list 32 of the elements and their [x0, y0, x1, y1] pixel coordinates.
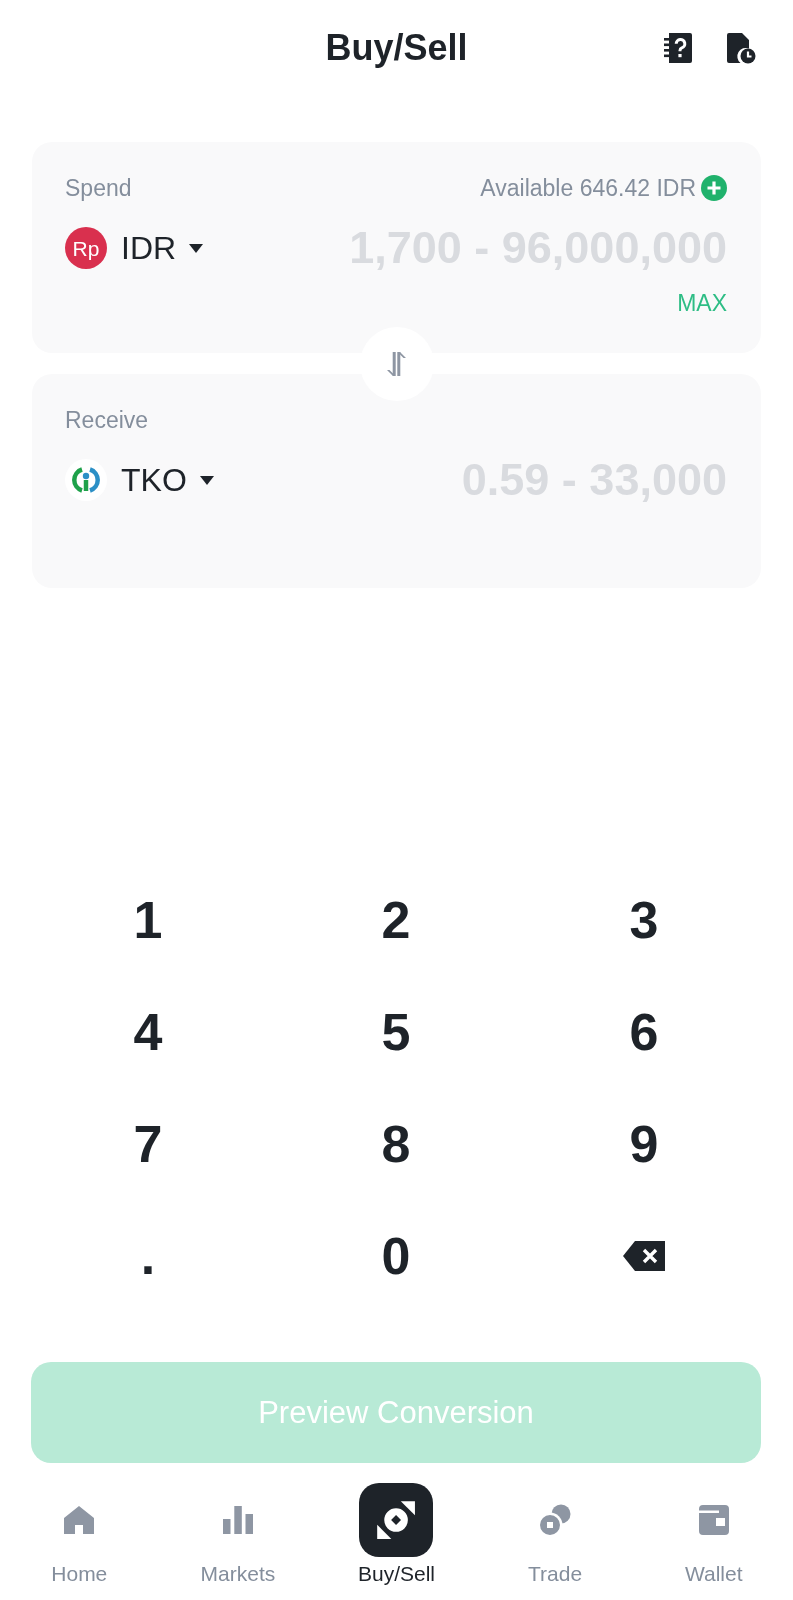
- number-key[interactable]: 7: [129, 1114, 167, 1174]
- number-key[interactable]: 5: [377, 1002, 415, 1062]
- number-key[interactable]: 8: [377, 1114, 415, 1174]
- number-key[interactable]: 3: [625, 890, 663, 950]
- wallet-icon: [696, 1503, 731, 1537]
- nav-tab[interactable]: Buy/Sell: [357, 1483, 435, 1587]
- number-key[interactable]: 9: [625, 1114, 663, 1174]
- number-key[interactable]: 1: [129, 890, 167, 950]
- available-balance: Available 646.42 IDR: [480, 174, 696, 202]
- decimal-key[interactable]: .: [136, 1226, 160, 1286]
- spend-label: Spend: [65, 174, 132, 202]
- ring-logo-icon: [65, 459, 107, 501]
- backspace-icon[interactable]: [623, 1241, 665, 1271]
- number-key[interactable]: 4: [129, 1002, 167, 1062]
- plus-circle-icon[interactable]: [701, 175, 727, 201]
- number-key[interactable]: 6: [625, 1002, 663, 1062]
- home-icon: [62, 1503, 97, 1537]
- coins-icon: [538, 1503, 573, 1537]
- currency-selector[interactable]: TKO: [65, 459, 214, 501]
- number-key[interactable]: 2: [377, 890, 415, 950]
- caret-icon: [189, 243, 204, 253]
- document-clock-icon[interactable]: [726, 32, 756, 64]
- number-key[interactable]: 0: [377, 1226, 415, 1286]
- exchange-icon: [359, 1483, 434, 1557]
- coin-logo: Rp: [65, 227, 107, 269]
- page-title: Buy/Sell: [325, 26, 468, 70]
- notebook-question-icon[interactable]: [663, 32, 693, 64]
- bar-chart-icon: [220, 1503, 255, 1537]
- caret-icon: [199, 475, 214, 485]
- swap-arrows-icon: [385, 352, 408, 376]
- currency-selector[interactable]: Rp IDR: [65, 227, 204, 269]
- receive-label: Receive: [65, 406, 149, 434]
